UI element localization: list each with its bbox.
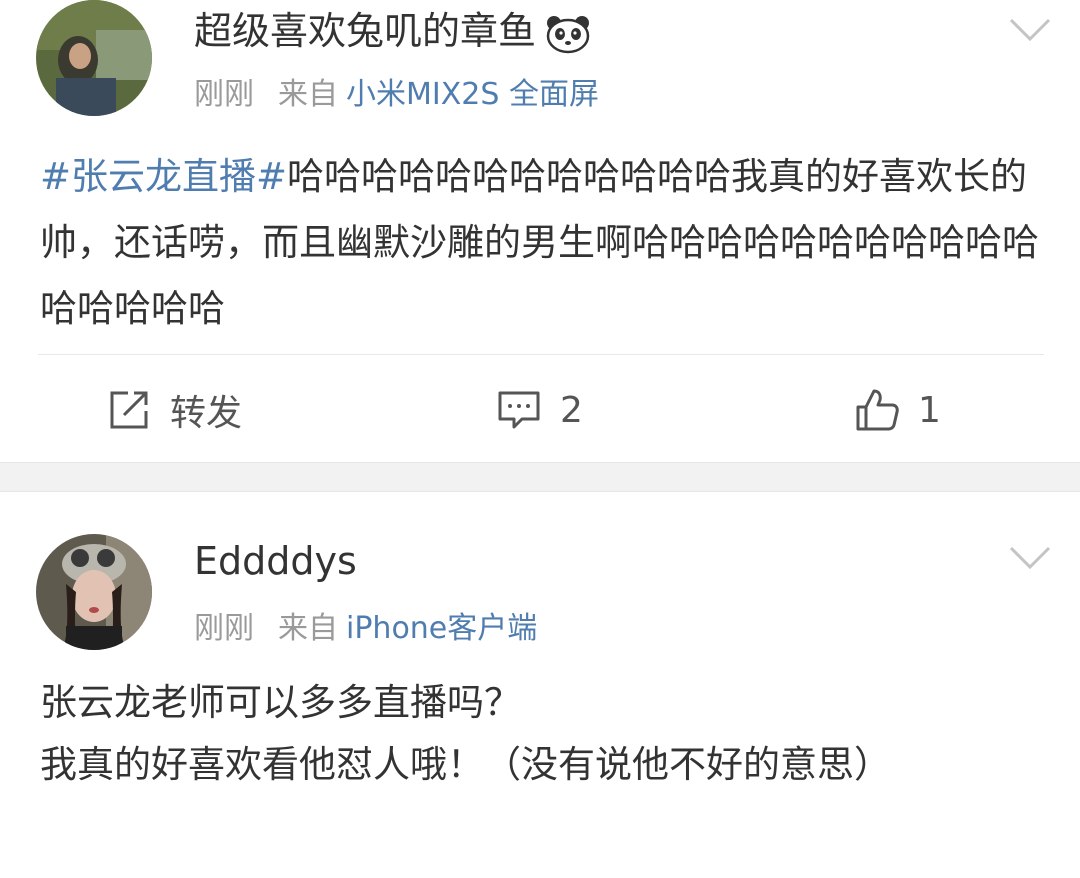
comment-icon [498,391,540,429]
avatar[interactable] [36,534,152,650]
weibo-post-1: 超级喜欢兔叽的章鱼 刚刚 来自 小米MIX2S 全面屏 #张云龙直播#哈哈哈哈哈哈哈… [0,0,1080,462]
repost-icon [110,391,148,429]
chevron-down-icon[interactable] [1008,544,1052,572]
avatar-image [36,534,152,650]
comment-count: 2 [560,389,583,431]
from-label: 来自 [278,611,338,646]
repost-button[interactable]: 转发 [106,380,242,440]
username[interactable]: Eddddys [194,542,357,580]
post-meta: 刚刚 来自 小米MIX2S 全面屏 [194,80,599,110]
post-time: 刚刚 [194,611,254,646]
username-text: 超级喜欢兔叽的章鱼 [194,9,537,53]
like-count: 1 [918,389,941,431]
post-separator [0,462,1080,492]
post-time: 刚刚 [194,77,254,112]
post-source[interactable]: 小米MIX2S 全面屏 [346,77,599,112]
divider [38,354,1044,355]
action-bar: 转发 2 1 [0,380,1080,440]
panda-icon [546,15,590,53]
comment-button[interactable]: 2 [496,380,583,440]
post-text-line: 张云龙老师可以多多直播吗？ [40,681,521,724]
topic-link[interactable]: #张云龙直播# [40,155,287,198]
avatar[interactable] [36,0,152,116]
post-text-line: 我真的好喜欢看他怼人哦！（没有说他不好的意思） [40,743,891,786]
avatar-image [36,0,152,116]
post-content: 张云龙老师可以多多直播吗？ 我真的好喜欢看他怼人哦！（没有说他不好的意思） [40,672,1040,796]
from-label: 来自 [278,77,338,112]
chevron-down-icon[interactable] [1008,16,1052,44]
username[interactable]: 超级喜欢兔叽的章鱼 [194,12,592,54]
repost-label: 转发 [170,393,243,434]
post-source[interactable]: iPhone客户端 [346,611,537,646]
post-meta: 刚刚 来自 iPhone客户端 [194,614,537,644]
thumbs-up-icon [856,389,899,431]
like-button[interactable]: 1 [854,380,941,440]
weibo-post-2: Eddddys 刚刚 来自 iPhone客户端 张云龙老师可以多多直播吗？ 我真的好… [0,492,1080,878]
post-content: #张云龙直播#哈哈哈哈哈哈哈哈哈哈哈哈我真的好喜欢长的帅，还话唠，而且幽默沙雕的… [40,144,1040,342]
